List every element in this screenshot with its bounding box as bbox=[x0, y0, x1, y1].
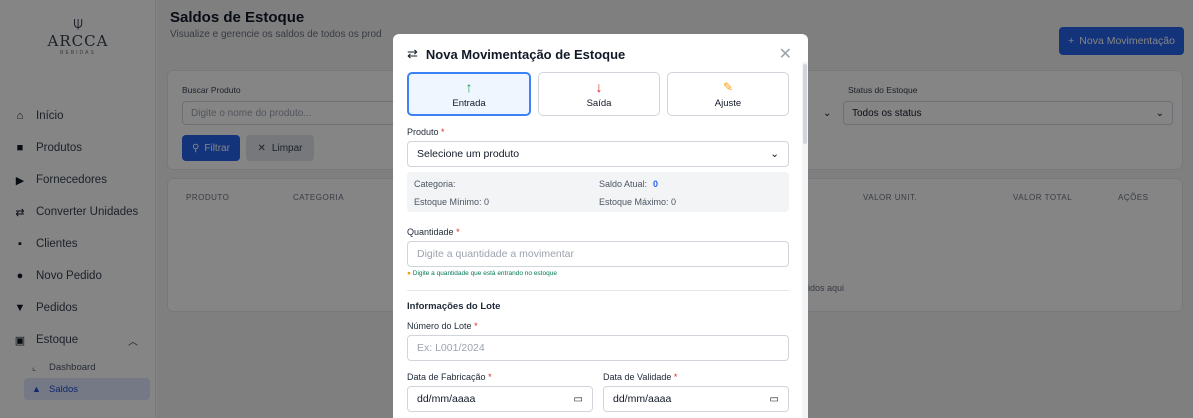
required-mark: * bbox=[488, 372, 492, 382]
modal-header: ⇄ Nova Movimentação de Estoque bbox=[393, 34, 808, 74]
close-icon[interactable]: ✕ bbox=[779, 44, 792, 64]
saldo-value: 0 bbox=[653, 179, 659, 189]
maximo-label: Estoque Máximo: 0 bbox=[599, 197, 677, 207]
quantity-label: Quantidade * bbox=[407, 227, 460, 237]
fab-date-input[interactable]: dd/mm/aaaa ▭ bbox=[407, 386, 593, 412]
product-select[interactable]: Selecione um produto ⌄ bbox=[407, 141, 789, 167]
saldo-label: Saldo Atual: bbox=[599, 179, 648, 189]
type-entrada-button[interactable]: ↑ Entrada bbox=[407, 72, 531, 116]
val-date-value: dd/mm/aaaa bbox=[613, 393, 672, 405]
wrench-icon: ✎ bbox=[722, 79, 734, 94]
required-mark: * bbox=[673, 372, 678, 382]
fab-date-label-text: Data de Fabricação bbox=[407, 372, 486, 382]
swap-icon: ⇄ bbox=[407, 46, 418, 61]
modal-scrollbar-thumb[interactable] bbox=[803, 64, 807, 144]
arrow-down-icon: ↓ bbox=[595, 78, 603, 95]
required-mark: * bbox=[474, 321, 478, 331]
product-label-text: Produto bbox=[407, 127, 439, 137]
type-label: Entrada bbox=[452, 97, 486, 109]
movement-modal: ⇄ Nova Movimentação de Estoque ✕ ↑ Entrad… bbox=[393, 34, 808, 418]
product-label: Produto * bbox=[407, 127, 445, 137]
lot-number-label-text: Número do Lote bbox=[407, 321, 472, 331]
val-date-label: Data de Validade * bbox=[603, 372, 677, 382]
lot-section-title: Informações do Lote bbox=[407, 301, 501, 312]
quantity-hint: ● Digite a quantidade que está entrando … bbox=[407, 270, 557, 277]
quantity-hint-text: Digite a quantidade que está entrando no… bbox=[412, 270, 557, 277]
lot-number-label: Número do Lote * bbox=[407, 321, 478, 331]
fab-date-value: dd/mm/aaaa bbox=[417, 393, 476, 405]
fab-date-label: Data de Fabricação * bbox=[407, 372, 492, 382]
quantity-input[interactable]: Digite a quantidade a movimentar bbox=[407, 241, 789, 267]
product-info-box: Categoria: Saldo Atual: 0 Estoque Mínimo… bbox=[407, 172, 789, 212]
modal-title: Nova Movimentação de Estoque bbox=[425, 46, 626, 62]
lightbulb-icon: ● bbox=[407, 270, 411, 277]
calendar-icon: ▭ bbox=[573, 393, 583, 405]
categoria-label: Categoria: bbox=[414, 179, 456, 189]
required-mark: * bbox=[441, 127, 445, 137]
type-label: Saída bbox=[586, 97, 612, 109]
chevron-down-icon: ⌄ bbox=[770, 148, 779, 160]
type-saida-button[interactable]: ↓ Saída bbox=[538, 72, 660, 116]
val-date-input[interactable]: dd/mm/aaaa ▭ bbox=[603, 386, 789, 412]
required-mark: * bbox=[456, 227, 460, 237]
lot-number-input[interactable]: Ex: L001/2024 bbox=[407, 335, 789, 361]
minimo-label: Estoque Mínimo: 0 bbox=[414, 197, 490, 207]
calendar-icon: ▭ bbox=[769, 393, 779, 405]
val-date-label-text: Data de Validade bbox=[603, 372, 672, 382]
product-select-value: Selecione um produto bbox=[417, 148, 520, 160]
arrow-up-icon: ↑ bbox=[465, 78, 473, 95]
type-ajuste-button[interactable]: ✎ Ajuste bbox=[667, 72, 789, 116]
movement-type-group: ↑ Entrada ↓ Saída ✎ Ajuste bbox=[407, 72, 789, 116]
divider bbox=[407, 290, 789, 291]
type-label: Ajuste bbox=[714, 97, 742, 109]
quantity-label-text: Quantidade bbox=[407, 227, 454, 237]
